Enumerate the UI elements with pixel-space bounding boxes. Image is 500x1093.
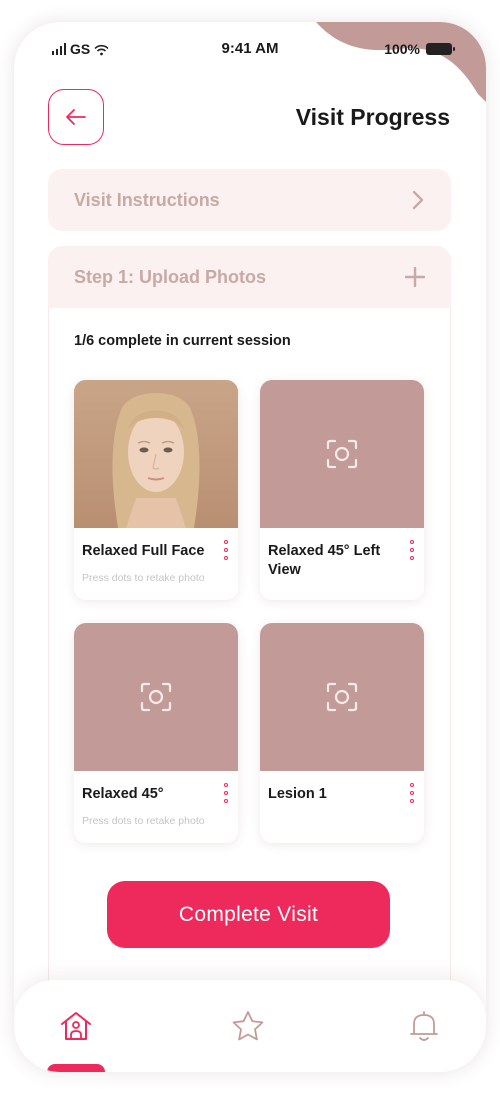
plus-icon (405, 267, 425, 287)
more-options-icon[interactable] (222, 783, 230, 803)
more-options-icon[interactable] (408, 783, 416, 803)
bell-icon (410, 1011, 438, 1041)
camera-capture-icon (326, 439, 358, 469)
page-title: Visit Progress (295, 104, 450, 130)
chevron-right-icon (412, 190, 424, 210)
more-options-icon[interactable] (222, 540, 230, 560)
progress-text: 1/6 complete in current session (74, 333, 291, 349)
battery-icon (426, 43, 455, 55)
nav-notifications[interactable] (404, 1006, 444, 1046)
card-hint: Press dots to retake photo (82, 815, 205, 827)
card-title: Relaxed Full Face (82, 543, 205, 559)
arrow-left-icon (66, 109, 86, 125)
photo-card[interactable]: Relaxed Full Face Press dots to retake p… (74, 380, 238, 600)
section-visit-instructions[interactable]: Visit Instructions (48, 169, 451, 231)
photo-placeholder[interactable] (74, 623, 238, 771)
section-upload-photos[interactable]: Step 1: Upload Photos (48, 246, 451, 308)
photo-card[interactable]: Lesion 1 (260, 623, 424, 843)
face-photo (74, 380, 238, 528)
home-icon (61, 1012, 91, 1040)
star-icon (232, 1011, 264, 1041)
back-button[interactable] (48, 89, 104, 145)
battery-percent: 100% (384, 41, 420, 57)
nav-favorites[interactable] (228, 1006, 268, 1046)
battery-status: 100% (384, 41, 455, 57)
card-hint: Press dots to retake photo (82, 572, 205, 584)
photo-card[interactable]: Relaxed 45° Left View (260, 380, 424, 600)
photo-placeholder[interactable] (260, 380, 424, 528)
nav-home[interactable] (56, 1006, 96, 1046)
status-bar: GS 9:41 AM 100% (14, 22, 486, 76)
card-title: Relaxed 45° Left View (268, 543, 381, 578)
camera-capture-icon (140, 682, 172, 712)
bottom-nav (14, 980, 486, 1072)
card-title: Lesion 1 (268, 786, 327, 802)
complete-visit-button[interactable]: Complete Visit (107, 881, 390, 948)
active-tab-indicator (47, 1064, 105, 1072)
photo-card[interactable]: Relaxed 45° Press dots to retake photo (74, 623, 238, 843)
section-label: Visit Instructions (74, 189, 220, 210)
card-title: Relaxed 45° (82, 786, 164, 802)
more-options-icon[interactable] (408, 540, 416, 560)
section-label: Step 1: Upload Photos (74, 266, 267, 287)
phone-screen: GS 9:41 AM 100% Visit Progress Visit Ins… (14, 22, 486, 1072)
camera-capture-icon (326, 682, 358, 712)
photo-placeholder[interactable] (260, 623, 424, 771)
face-photo-illustration (74, 380, 238, 528)
